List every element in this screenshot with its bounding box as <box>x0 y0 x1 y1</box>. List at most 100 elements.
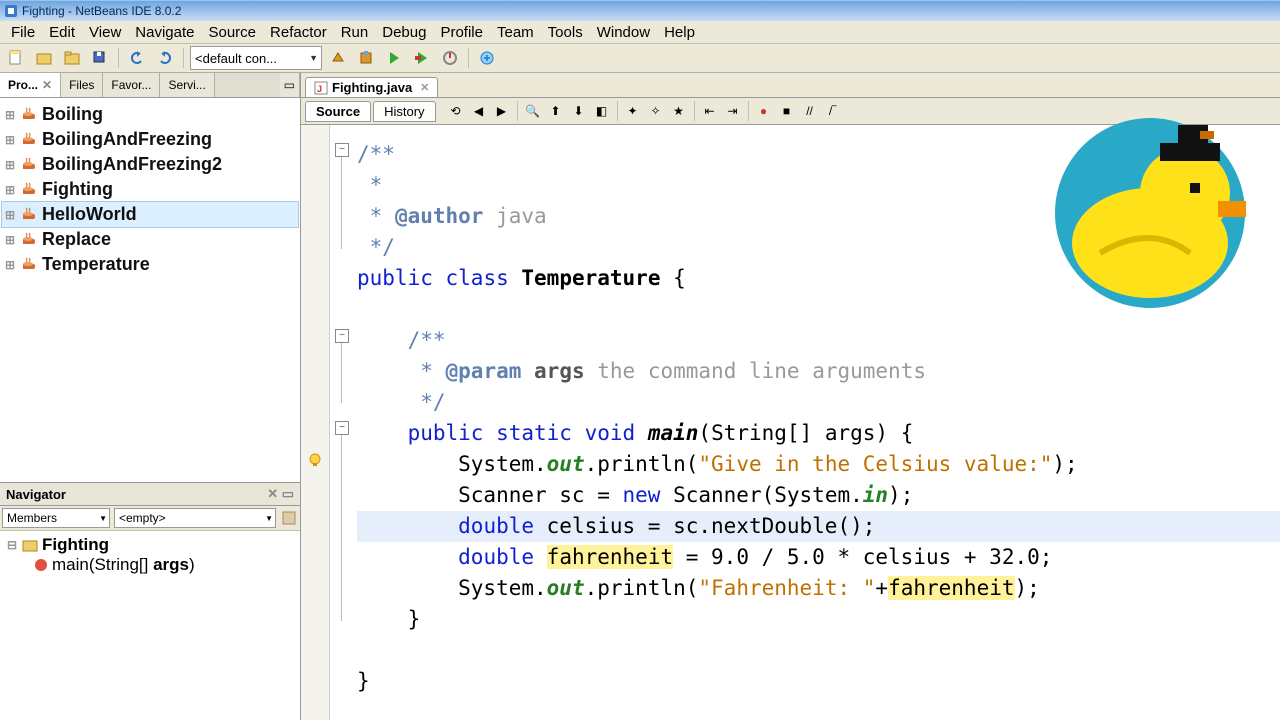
attach-debugger-icon[interactable] <box>475 46 499 70</box>
menu-window[interactable]: Window <box>590 22 657 43</box>
navigator-method-node[interactable]: main(String[] args) <box>6 555 294 575</box>
window-title: Fighting - NetBeans IDE 8.0.2 <box>22 4 181 18</box>
window-titlebar: Fighting - NetBeans IDE 8.0.2 <box>0 0 1280 21</box>
new-file-icon[interactable] <box>4 46 28 70</box>
navigator-tree[interactable]: ⊟ Fighting main(String[] args) <box>0 531 300 720</box>
project-label: BoilingAndFreezing2 <box>42 154 222 175</box>
new-project-icon[interactable] <box>32 46 56 70</box>
subtab-history[interactable]: History <box>373 101 435 122</box>
expand-icon[interactable]: ⊞ <box>4 108 16 122</box>
debug-icon[interactable] <box>410 46 434 70</box>
projects-tree[interactable]: ⊞ Boiling ⊞ BoilingAndFreezing ⊞ BoilingAndFr… <box>0 98 300 482</box>
project-node[interactable]: ⊞ HelloWorld <box>2 202 298 227</box>
main-toolbar: <default con... <box>0 44 1280 73</box>
menu-team[interactable]: Team <box>490 22 541 43</box>
minimize-sidebar-icon[interactable]: ▭ <box>280 73 300 97</box>
menu-profile[interactable]: Profile <box>433 22 490 43</box>
profile-icon[interactable] <box>438 46 462 70</box>
next-bookmark-icon[interactable]: ✧ <box>646 101 666 121</box>
project-tabstrip: Pro...✕ Files Favor... Servi... ▭ <box>0 73 300 98</box>
macro-record-icon[interactable]: ● <box>754 101 774 121</box>
menu-edit[interactable]: Edit <box>42 22 82 43</box>
editor-area: J Fighting.java ✕ Source History ⟲ ◀ ▶ 🔍… <box>301 73 1280 720</box>
close-tab-icon[interactable]: ✕ <box>420 81 429 94</box>
save-all-icon[interactable] <box>88 46 112 70</box>
editor-tab-fighting[interactable]: J Fighting.java ✕ <box>305 77 438 97</box>
navigator-pane: Navigator ✕ ▭ Members <empty> ⊟ Fighting <box>0 482 300 720</box>
menu-refactor[interactable]: Refactor <box>263 22 334 43</box>
prev-bookmark-icon[interactable]: ✦ <box>623 101 643 121</box>
clean-build-icon[interactable] <box>354 46 378 70</box>
project-node[interactable]: ⊞ BoilingAndFreezing <box>2 127 298 152</box>
expand-icon[interactable]: ⊞ <box>4 133 16 147</box>
shift-right-icon[interactable]: ⇥ <box>723 101 743 121</box>
method-icon <box>34 558 48 572</box>
navigator-class-node[interactable]: ⊟ Fighting <box>6 535 294 555</box>
undo-icon[interactable] <box>125 46 149 70</box>
project-label: HelloWorld <box>42 204 137 225</box>
project-node[interactable]: ⊞ Boiling <box>2 102 298 127</box>
fold-toggle-icon[interactable]: − <box>335 143 349 157</box>
editor-gutter[interactable] <box>301 125 330 720</box>
last-edit-icon[interactable]: ⟲ <box>446 101 466 121</box>
navigator-close-icon[interactable]: ✕ ▭ <box>267 486 294 502</box>
find-selection-icon[interactable]: 🔍 <box>523 101 543 121</box>
expand-icon[interactable]: ⊞ <box>4 208 16 222</box>
menu-source[interactable]: Source <box>201 22 263 43</box>
build-icon[interactable] <box>326 46 350 70</box>
subtab-source[interactable]: Source <box>305 101 371 122</box>
tab-projects[interactable]: Pro...✕ <box>0 73 61 97</box>
hint-bulb-icon[interactable] <box>308 453 322 467</box>
fold-guide <box>341 343 342 403</box>
forward-icon[interactable]: ▶ <box>492 101 512 121</box>
toggle-bookmark-icon[interactable]: ★ <box>669 101 689 121</box>
project-node[interactable]: ⊞ BoilingAndFreezing2 <box>2 152 298 177</box>
java-project-icon <box>20 156 38 174</box>
navigator-options-icon[interactable] <box>278 506 300 530</box>
run-config-label: <default con... <box>195 51 277 66</box>
project-node[interactable]: ⊞Fighting <box>2 177 298 202</box>
expand-icon[interactable]: ⊞ <box>4 233 16 247</box>
comment-icon[interactable]: // <box>800 101 820 121</box>
tab-favorites[interactable]: Favor... <box>103 73 160 97</box>
expand-icon[interactable]: ⊞ <box>4 258 16 272</box>
fold-toggle-icon[interactable]: − <box>335 421 349 435</box>
java-project-icon <box>20 106 38 124</box>
project-label: Replace <box>42 229 111 250</box>
tab-files[interactable]: Files <box>61 73 103 97</box>
shift-left-icon[interactable]: ⇤ <box>700 101 720 121</box>
uncomment-icon[interactable]: /‾ <box>823 101 843 121</box>
app-icon <box>4 4 18 18</box>
toggle-highlight-icon[interactable]: ◧ <box>592 101 612 121</box>
fold-guide <box>341 435 342 621</box>
navigator-view-dropdown[interactable]: Members <box>2 508 110 528</box>
project-label: Boiling <box>42 104 103 125</box>
navigator-title: Navigator <box>6 487 66 502</box>
macro-stop-icon[interactable]: ■ <box>777 101 797 121</box>
expand-icon[interactable]: ⊞ <box>4 183 16 197</box>
menu-tools[interactable]: Tools <box>541 22 590 43</box>
tab-services[interactable]: Servi... <box>160 73 214 97</box>
code-editor[interactable]: − − − /** * * @author java */ public cla… <box>301 125 1280 720</box>
menu-navigate[interactable]: Navigate <box>128 22 201 43</box>
find-next-icon[interactable]: ⬇ <box>569 101 589 121</box>
project-node[interactable]: ⊞ Replace <box>2 227 298 252</box>
menu-run[interactable]: Run <box>334 22 376 43</box>
redo-icon[interactable] <box>153 46 177 70</box>
java-project-icon <box>20 256 38 274</box>
menu-file[interactable]: File <box>4 22 42 43</box>
menu-debug[interactable]: Debug <box>375 22 433 43</box>
navigator-filter-dropdown[interactable]: <empty> <box>114 508 276 528</box>
class-icon <box>22 537 38 553</box>
back-icon[interactable]: ◀ <box>469 101 489 121</box>
open-project-icon[interactable] <box>60 46 84 70</box>
project-label: BoilingAndFreezing <box>42 129 212 150</box>
project-node[interactable]: ⊞Temperature <box>2 252 298 277</box>
find-prev-icon[interactable]: ⬆ <box>546 101 566 121</box>
run-icon[interactable] <box>382 46 406 70</box>
fold-toggle-icon[interactable]: − <box>335 329 349 343</box>
expand-icon[interactable]: ⊞ <box>4 158 16 172</box>
menu-view[interactable]: View <box>82 22 128 43</box>
menu-help[interactable]: Help <box>657 22 702 43</box>
run-config-dropdown[interactable]: <default con... <box>190 46 322 70</box>
